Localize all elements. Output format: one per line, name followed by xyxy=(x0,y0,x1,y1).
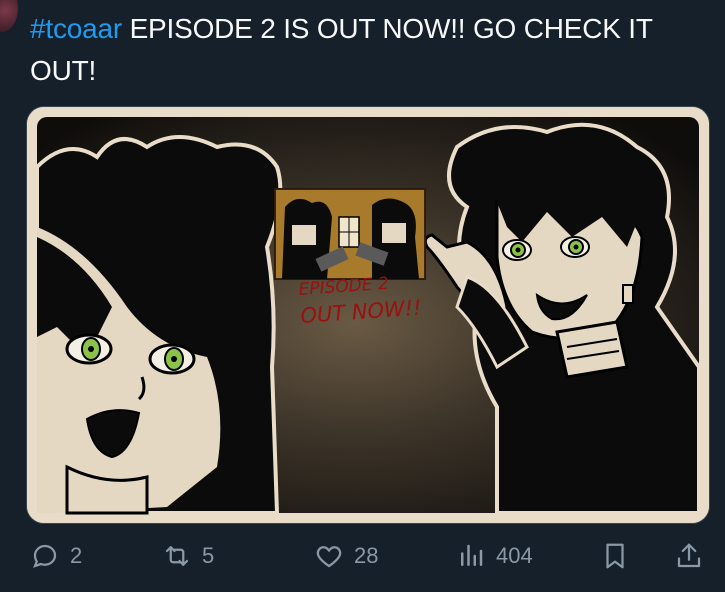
action-bar: 2 5 28 404 xyxy=(0,532,725,580)
tweet-media-image[interactable]: EPISODE 2 OUT NOW!! xyxy=(26,106,710,524)
repost-count: 5 xyxy=(202,543,215,568)
bookmark-button[interactable] xyxy=(600,538,630,574)
repost-button[interactable]: 5 xyxy=(162,538,214,574)
reply-icon xyxy=(30,541,60,571)
views-button[interactable]: 404 xyxy=(456,538,533,574)
hashtag-link[interactable]: #tcoaar xyxy=(30,13,122,44)
reply-count: 2 xyxy=(70,543,83,568)
like-icon xyxy=(314,541,344,571)
bookmark-icon xyxy=(600,541,630,571)
repost-icon xyxy=(162,541,192,571)
like-button[interactable]: 28 xyxy=(314,538,378,574)
tweet-body: EPISODE 2 IS OUT NOW!! GO CHECK IT OUT! xyxy=(30,13,653,86)
episode-inset-thumbnail xyxy=(274,188,426,280)
left-character xyxy=(35,135,283,515)
like-count: 28 xyxy=(354,543,379,568)
artwork: EPISODE 2 OUT NOW!! xyxy=(27,107,709,523)
tweet-text: #tcoaar EPISODE 2 IS OUT NOW!! GO CHECK … xyxy=(30,8,700,92)
share-button[interactable] xyxy=(674,538,704,574)
share-icon xyxy=(674,541,704,571)
reply-button[interactable]: 2 xyxy=(30,538,82,574)
avatar[interactable] xyxy=(0,0,18,32)
views-count: 404 xyxy=(496,543,533,568)
views-icon xyxy=(456,541,486,571)
